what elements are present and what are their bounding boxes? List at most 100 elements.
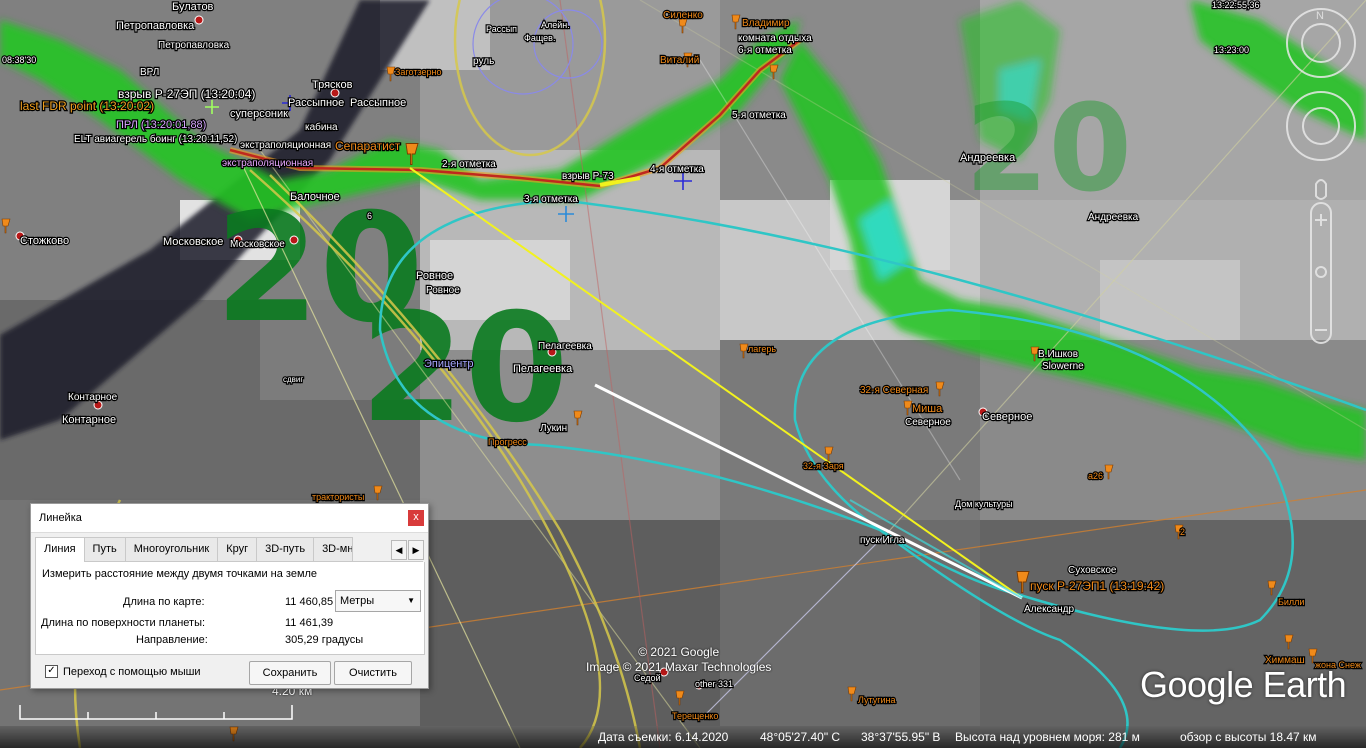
place-label: Александр — [1024, 604, 1074, 615]
chevron-down-icon: ▼ — [407, 596, 415, 605]
unit-value: Метры — [340, 595, 375, 607]
place-label: Виталий — [660, 55, 699, 66]
place-label: руль — [473, 56, 494, 67]
place-label: Московское — [163, 236, 223, 248]
place-label: Северное — [982, 411, 1032, 423]
tab-scroll-right-icon[interactable]: ▶ — [408, 540, 424, 560]
event-label: кабина — [305, 121, 338, 133]
close-button[interactable]: x — [408, 510, 424, 526]
place-label: В.Ишков — [1038, 349, 1078, 360]
heading-label: Направление: — [136, 634, 208, 646]
ruler-titlebar[interactable]: Линейка — [31, 504, 428, 533]
track-label: взрыв Р-73 — [562, 171, 614, 182]
place-label: Силенко — [663, 10, 703, 21]
place-label: Трясков — [312, 79, 353, 91]
checkbox-check-icon: ✓ — [45, 665, 58, 678]
place-label: Лутугина — [858, 695, 896, 705]
place-label: Контарное — [68, 392, 118, 403]
place-label: Билли — [1278, 597, 1304, 607]
ruler-description: Измерить расстояние между двумя точками … — [42, 568, 318, 580]
place-label: Рассыпное — [288, 97, 344, 109]
tab-polygon[interactable]: Многоугольник — [124, 537, 219, 561]
place-label: Дом культуры — [955, 499, 1013, 509]
tab-scroll-left-icon[interactable]: ◀ — [391, 540, 407, 560]
place-label: other 331 — [695, 679, 733, 689]
elevation-readout: Высота над уровнем моря: 281 м — [955, 730, 1140, 744]
event-label: Эпицентр — [424, 358, 474, 370]
place-label: Суховское — [1068, 565, 1117, 576]
save-button[interactable]: Сохранить — [249, 661, 331, 685]
place-label: Пелагеевка — [513, 363, 573, 375]
track-label: 5-я отметка — [732, 110, 786, 121]
place-label: Балочное — [290, 191, 340, 203]
place-label: сдвиг — [283, 375, 303, 384]
event-label: ELT авиагерель боинг (13:20:11,52) — [74, 133, 237, 145]
place-label: Прогресс — [488, 437, 527, 447]
place-label: Ровное — [416, 270, 453, 282]
place-label: Андреевка — [1088, 212, 1139, 223]
place-label: трактористы — [312, 492, 364, 502]
place-label: Андреевка — [960, 152, 1016, 164]
place-label: Терещенко — [672, 711, 718, 721]
event-label: пуск Игла — [860, 535, 905, 546]
google-earth-logo: Google Earth — [1140, 664, 1347, 705]
ruler-tabs: Линия Путь Многоугольник Круг 3D-путь 3D… — [35, 537, 423, 562]
heading-value: 305,29 градусы — [285, 634, 364, 646]
place-label: комната отдыха — [738, 33, 812, 44]
track-label: 4-я отметка — [650, 164, 704, 175]
place-label: Заготзерно — [395, 67, 441, 77]
event-label: пуск Р-27ЭП1 (13:19:42) — [1030, 579, 1164, 593]
tab-3d-path[interactable]: 3D-путь — [256, 537, 315, 561]
svg-text:20: 20 — [965, 80, 1132, 219]
place-label: Стожково — [20, 235, 69, 247]
place-label: 2 — [1180, 527, 1185, 537]
place-label: а26 — [1088, 471, 1103, 481]
place-label: ВРЛ — [140, 67, 159, 78]
unit-select[interactable]: Метры ▼ — [335, 590, 421, 612]
track-label: 2-я отметка — [442, 159, 496, 170]
latitude-readout: 48°05'27.40" С — [760, 730, 841, 744]
north-icon: N — [1316, 10, 1324, 22]
place-label: лагерь — [748, 344, 776, 354]
longitude-readout: 38°37'55.95" В — [861, 730, 941, 744]
ruler-title: Линейка — [39, 512, 82, 524]
time-label: 08:38'30 — [2, 55, 36, 65]
clear-button[interactable]: Очистить — [334, 661, 412, 685]
place-label: Рассыпное — [350, 97, 406, 109]
tab-line[interactable]: Линия — [35, 537, 85, 562]
ruler-dialog: Линейка x Линия Путь Многоугольник Круг … — [30, 503, 429, 689]
place-label: Фащев. — [524, 33, 555, 43]
place-label: 32-я Северная — [860, 385, 928, 396]
capture-date: Дата съемки: 6.14.2020 — [598, 730, 729, 744]
place-label: Лукин — [540, 423, 567, 434]
time-label: 13:23:00 — [1214, 45, 1249, 55]
map-length-label: Длина по карте: — [123, 596, 205, 608]
place-label: 6 — [367, 211, 372, 221]
place-label: Рассып — [486, 24, 517, 34]
place-label: 32-я Заря — [803, 461, 844, 471]
tab-3d-polygon[interactable]: 3D-мн — [313, 537, 354, 561]
place-label: Петропавловка — [116, 20, 195, 32]
tab-path[interactable]: Путь — [83, 537, 126, 561]
map-length-value: 11 460,85 — [285, 596, 334, 608]
eye-altitude-readout: обзор с высоты 18.47 км — [1180, 730, 1317, 744]
event-label: экстраполяционная — [240, 140, 331, 151]
place-label: Миша — [912, 403, 943, 415]
place-label: Булатов — [172, 1, 214, 13]
track-label: 6-я отметка — [738, 45, 792, 56]
event-label: last FDR point (13:20:02) — [20, 99, 154, 113]
time-label: 13:22:55,36 — [1212, 0, 1260, 10]
place-label: Контарное — [62, 414, 116, 426]
place-label: Ровное — [426, 285, 460, 296]
tab-circle[interactable]: Круг — [217, 537, 258, 561]
imagery-copyright: © 2021 Google Image © 2021 Maxar Technol… — [586, 645, 771, 675]
copyright-line: Image © 2021 Maxar Technologies — [586, 660, 772, 674]
mouse-navigation-label: Переход с помощью мыши — [63, 665, 201, 678]
surface-length-label: Длина по поверхности планеты: — [41, 617, 206, 629]
status-bar: Дата съемки: 6.14.2020 48°05'27.40" С 38… — [0, 726, 1366, 748]
place-label: Пелагеевка — [538, 341, 592, 352]
place-label: Владимир — [742, 18, 790, 29]
event-label: экстраполяционная — [222, 158, 313, 169]
place-label: Алейн. — [541, 20, 570, 30]
mouse-navigation-checkbox[interactable]: ✓ Переход с помощью мыши — [45, 665, 201, 678]
